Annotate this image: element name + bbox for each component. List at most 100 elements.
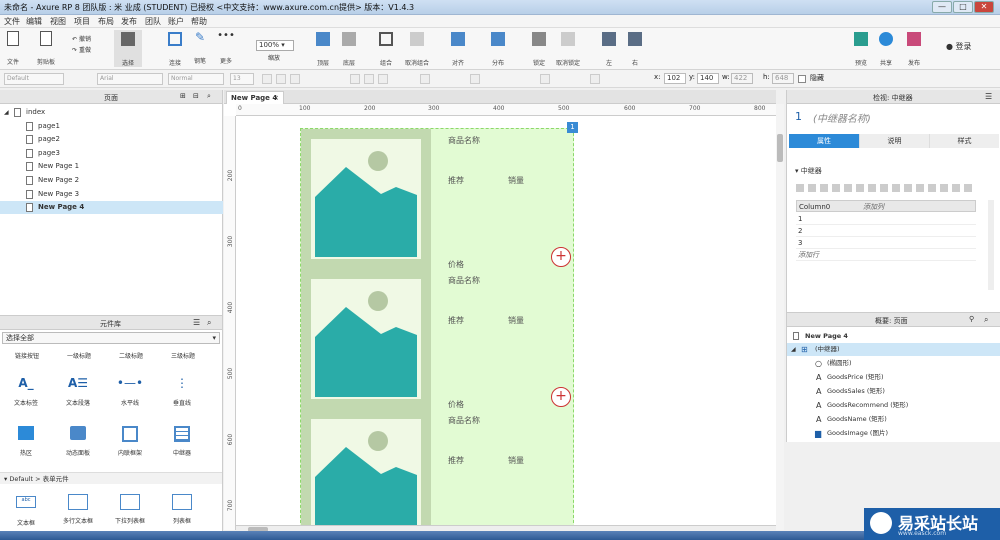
widget-horizontal-line[interactable]: •—• 水平线 [104, 376, 156, 407]
line-style-button[interactable] [540, 74, 550, 84]
goods-image[interactable] [311, 419, 421, 527]
add-page-icon[interactable]: ⊞ [180, 92, 186, 100]
page-root[interactable]: ◢ index [0, 106, 223, 119]
underline-button[interactable] [290, 74, 300, 84]
menu-edit[interactable]: 编辑 [26, 16, 42, 27]
widget-category[interactable]: 二级标题 [106, 351, 156, 360]
widget-dropdown[interactable]: 下拉列表框 [104, 492, 156, 525]
x-input[interactable]: 102 [664, 73, 686, 84]
dataset-toolbar[interactable] [796, 184, 976, 192]
widget-hotspot[interactable]: 热区 [0, 424, 52, 457]
hidden-checkbox[interactable] [798, 75, 806, 83]
goods-image[interactable] [311, 139, 421, 259]
widget-vertical-line[interactable]: ⋮ 垂直线 [156, 376, 208, 407]
outline-item[interactable]: ▆ GoodsImage (图片) [787, 427, 1000, 440]
page-item[interactable]: New Page 1 [0, 160, 223, 173]
login-button[interactable]: ● 登录 [946, 41, 972, 52]
page-item-selected[interactable]: New Page 4 [0, 201, 223, 214]
align-center-button[interactable] [364, 74, 374, 84]
widget-category[interactable]: 三级标题 [158, 351, 208, 360]
widget-dynamic-panel[interactable]: 动态面板 [52, 424, 104, 457]
bring-to-front-button[interactable]: 顶层 [312, 30, 334, 67]
lock-button[interactable]: 锁定 [528, 30, 550, 67]
add-column-button[interactable]: 添加列 [863, 201, 884, 213]
y-input[interactable]: 140 [697, 73, 719, 84]
menu-account[interactable]: 账户 [168, 16, 184, 27]
widget-category[interactable]: 链接按钮 [2, 351, 52, 360]
distribute-button[interactable]: 分布 [487, 30, 509, 67]
library-select[interactable]: 选择全部 ▾ [2, 332, 220, 344]
weight-select[interactable]: Normal [168, 73, 224, 85]
page-item[interactable]: page3 [0, 147, 223, 160]
add-to-cart-button[interactable]: + [551, 387, 571, 407]
widget-textarea[interactable]: 多行文本框 [52, 492, 104, 525]
search-icon[interactable]: ⌕ [984, 315, 988, 325]
align-left-button[interactable] [350, 74, 360, 84]
grid-row[interactable]: 3 [796, 237, 976, 249]
repeater-widget[interactable]: 商品名称 推荐 销量 价格 + 商品名称 推荐 销量 价格 + 商品名称 推荐 … [300, 128, 574, 528]
outline-item[interactable]: A GoodsRecommend (矩形) [787, 399, 1000, 412]
grid-row[interactable]: 2 [796, 225, 976, 237]
outline-item[interactable]: A GoodsPrice (矩形) [787, 371, 1000, 384]
add-row-button[interactable]: 添加行 [796, 249, 976, 261]
menu-icon[interactable]: ☰ [193, 318, 200, 327]
widget-inline-frame[interactable]: 内联框架 [104, 424, 156, 457]
outline-item[interactable]: A GoodsName (矩形) [787, 413, 1000, 426]
publish-button[interactable]: 发布 [903, 30, 925, 67]
border-color-button[interactable] [470, 74, 480, 84]
widget-text-field[interactable]: abc 文本框 [0, 492, 52, 527]
group-button[interactable]: 组合 [375, 30, 397, 67]
left-button[interactable]: 左 [600, 30, 618, 67]
w-input[interactable]: 422 [731, 73, 753, 84]
page-item[interactable]: New Page 3 [0, 188, 223, 201]
menu-project[interactable]: 项目 [74, 16, 90, 27]
scrollbar-thumb[interactable] [777, 134, 783, 162]
page-item[interactable]: page2 [0, 133, 223, 146]
maximize-button[interactable]: □ [953, 1, 973, 13]
h-input[interactable]: 648 [772, 73, 794, 84]
pen-button[interactable]: ✎ 钢笔 [190, 30, 210, 65]
fill-color-button[interactable] [420, 74, 430, 84]
style-select[interactable]: Default [4, 73, 64, 85]
right-button[interactable]: 右 [626, 30, 644, 67]
search-icon[interactable]: ⌕ [207, 92, 211, 101]
arrow-style-button[interactable] [590, 74, 600, 84]
redo-button[interactable]: ↷ 重做 [72, 45, 91, 54]
outline-repeater[interactable]: ◢ ⊞ (中继器) [787, 343, 1000, 356]
search-icon[interactable]: ⌕ [207, 318, 211, 328]
menu-team[interactable]: 团队 [145, 16, 161, 27]
menu-file[interactable]: 文件 [4, 16, 20, 27]
page-item[interactable]: page1 [0, 120, 223, 133]
vertical-scrollbar[interactable] [776, 104, 784, 530]
tab-style[interactable]: 样式 [929, 134, 999, 148]
menu-publish[interactable]: 发布 [121, 16, 137, 27]
page-item[interactable]: New Page 2 [0, 174, 223, 187]
outline-page[interactable]: New Page 4 [787, 330, 1000, 343]
send-to-back-button[interactable]: 底层 [338, 30, 360, 67]
menu-help[interactable]: 帮助 [191, 16, 207, 27]
italic-button[interactable] [276, 74, 286, 84]
align-right-button[interactable] [378, 74, 388, 84]
font-select[interactable]: Arial [97, 73, 163, 85]
share-button[interactable]: 共享 [877, 30, 895, 67]
minimize-button[interactable]: — [932, 1, 952, 13]
widget-listbox[interactable]: 列表框 [156, 492, 208, 525]
tab-new-page-4[interactable]: New Page 4 × [226, 91, 284, 104]
widget-repeater[interactable]: 中继器 [156, 424, 208, 457]
menu-layout[interactable]: 布局 [98, 16, 114, 27]
preview-button[interactable]: 预览 [852, 30, 870, 67]
add-to-cart-button[interactable]: + [551, 247, 571, 267]
close-button[interactable]: ✕ [974, 1, 994, 13]
tab-notes[interactable]: 说明 [859, 134, 929, 148]
repeater-section-header[interactable]: ▾ 中继器 [795, 166, 822, 176]
file-button[interactable]: 文件 [4, 30, 22, 66]
more-button[interactable]: ••• 更多 [215, 30, 237, 65]
grid-row[interactable]: 1 [796, 213, 976, 225]
add-folder-icon[interactable]: ⊟ [193, 92, 199, 100]
select-button[interactable]: 选择 [114, 30, 142, 67]
ungroup-button[interactable]: 取消组合 [402, 30, 432, 67]
widget-section-header[interactable]: ▾ Default > 表单元件 [0, 472, 222, 484]
menu-view[interactable]: 视图 [50, 16, 66, 27]
widget-text-label[interactable]: A_ 文本标签 [0, 376, 52, 407]
widget-category[interactable]: 一级标题 [54, 351, 104, 360]
